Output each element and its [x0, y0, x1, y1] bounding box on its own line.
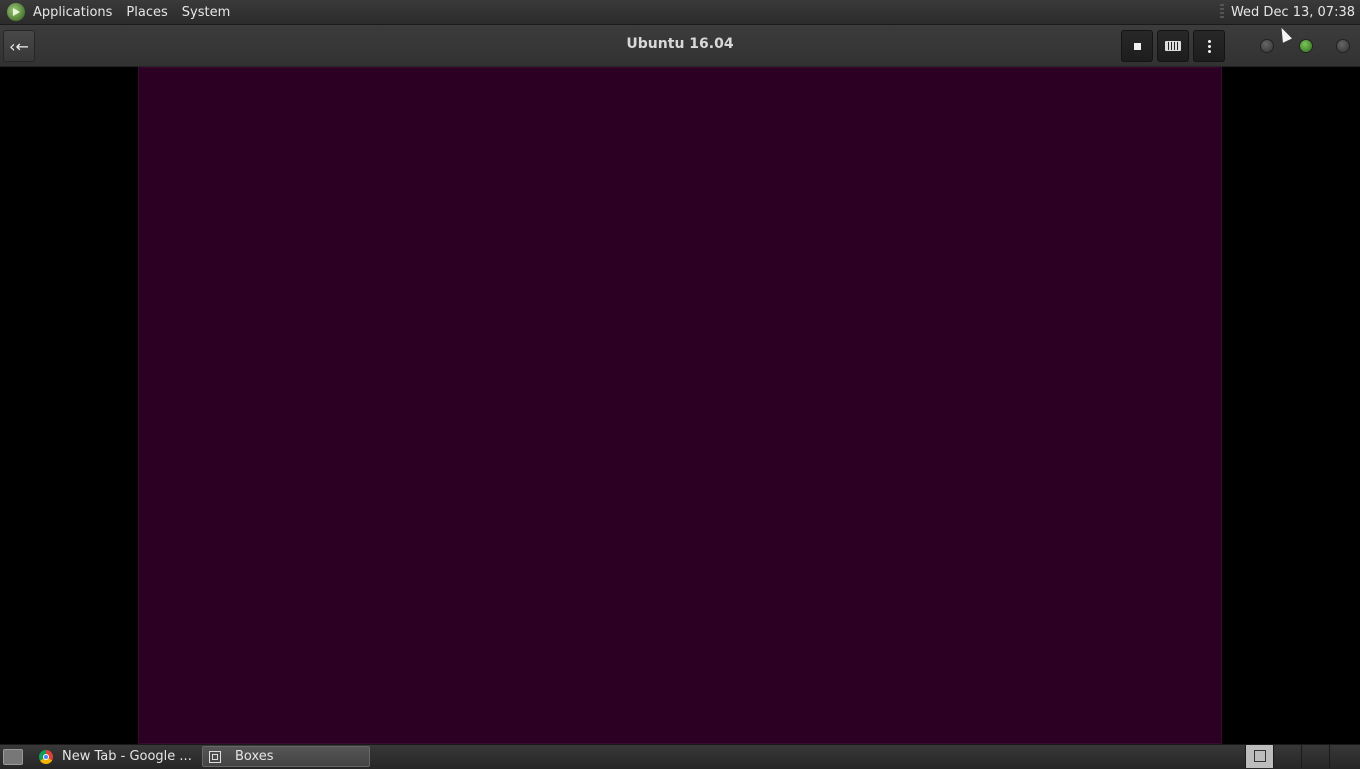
taskbar-item-boxes[interactable]: Boxes — [202, 746, 370, 767]
keyboard-button[interactable] — [1157, 30, 1189, 62]
keyboard-icon — [1165, 41, 1181, 51]
workspace-4[interactable] — [1329, 745, 1360, 768]
taskbar-item-label: Boxes — [235, 749, 274, 764]
close-button[interactable] — [1336, 39, 1350, 53]
menu-system[interactable]: System — [182, 5, 230, 20]
top-panel: Applications Places System Wed Dec 13, 0… — [0, 0, 1360, 25]
stop-icon — [1133, 42, 1141, 50]
workspace-1[interactable] — [1245, 745, 1273, 768]
maximize-button[interactable] — [1299, 39, 1313, 53]
distro-logo-icon[interactable] — [7, 3, 25, 21]
header-bar: ‹← Ubuntu 16.04 — [0, 25, 1360, 67]
boxes-icon — [209, 750, 221, 763]
show-desktop-icon[interactable] — [3, 749, 23, 765]
bottom-panel: New Tab - Google ... Boxes — [0, 744, 1360, 769]
workspace-2[interactable] — [1273, 745, 1301, 768]
stop-button[interactable] — [1121, 30, 1153, 62]
clock[interactable]: Wed Dec 13, 07:38 — [1231, 5, 1355, 20]
menu-applications[interactable]: Applications — [33, 5, 112, 20]
menu-places[interactable]: Places — [126, 5, 167, 20]
menu-kebab-icon — [1207, 39, 1211, 53]
menu-button[interactable] — [1193, 30, 1225, 62]
boxes-icon — [1254, 750, 1266, 762]
taskbar-item-label: New Tab - Google ... — [62, 749, 192, 764]
vm-title: Ubuntu 16.04 — [626, 36, 734, 52]
panel-handle[interactable] — [1219, 4, 1224, 20]
workspace-3[interactable] — [1301, 745, 1329, 768]
minimize-button[interactable] — [1260, 39, 1274, 53]
taskbar-item-chrome[interactable]: New Tab - Google ... — [33, 746, 201, 767]
chrome-icon — [39, 749, 53, 764]
vm-display[interactable] — [138, 67, 1222, 744]
